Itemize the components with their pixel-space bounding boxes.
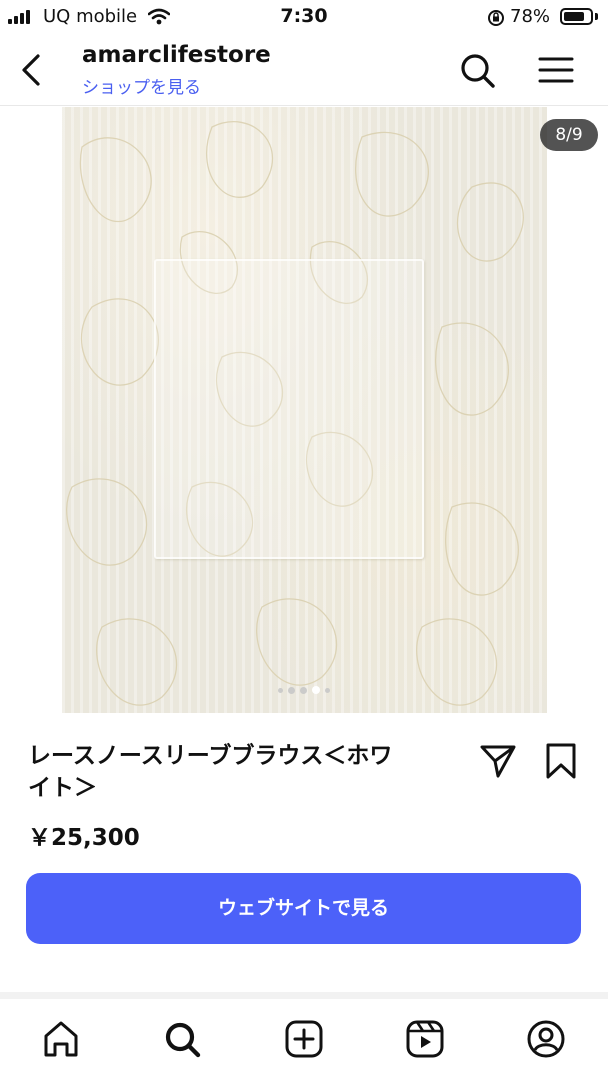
nav-create[interactable] (284, 1019, 324, 1059)
product-title: レースノースリーブブラウス＜ホワ イト＞ (28, 740, 448, 804)
account-name[interactable]: amarclifestore (82, 42, 271, 68)
product-title-line: レースノースリーブブラウス＜ホワ (28, 743, 393, 769)
carousel-dot (278, 688, 283, 693)
battery-fill (564, 12, 584, 21)
section-divider (0, 992, 608, 999)
profile-icon (527, 1020, 565, 1058)
product-title-line: イト＞ (28, 775, 97, 801)
product-image[interactable] (62, 107, 547, 713)
share-button[interactable] (479, 742, 517, 780)
nav-search[interactable] (162, 1019, 202, 1059)
menu-button[interactable] (536, 50, 576, 90)
image-counter: 8/9 (540, 119, 598, 151)
rotation-lock-icon (487, 9, 505, 31)
view-shop-link[interactable]: ショップを見る (82, 73, 201, 98)
product-price: ￥25,300 (28, 825, 140, 851)
nav-profile[interactable] (526, 1019, 566, 1059)
product-image-carousel[interactable]: 8/9 (0, 107, 608, 713)
nav-home[interactable] (41, 1019, 81, 1059)
view-on-website-button[interactable]: ウェブサイトで見る (26, 873, 581, 944)
profile-header: amarclifestore ショップを見る (0, 34, 608, 106)
nav-reels[interactable] (405, 1019, 445, 1059)
save-button[interactable] (544, 742, 578, 780)
home-icon (44, 1021, 78, 1057)
menu-icon (538, 57, 574, 83)
carousel-dot (288, 687, 295, 694)
carousel-dot-active (312, 686, 320, 694)
back-chevron-icon (22, 54, 40, 86)
battery-cap (595, 13, 598, 20)
battery-icon (560, 8, 593, 25)
carousel-dot (325, 688, 330, 693)
create-icon (285, 1020, 323, 1058)
battery-percent: 78% (510, 6, 551, 27)
bookmark-icon (546, 743, 576, 779)
bottom-nav (0, 999, 608, 1080)
share-icon (480, 745, 516, 778)
status-bar: UQ mobile 7:30 78% (0, 0, 608, 34)
search-button[interactable] (457, 50, 497, 90)
carousel-dots (0, 686, 608, 694)
carousel-dot (300, 687, 307, 694)
back-button[interactable] (14, 48, 50, 92)
blouse-pocket (154, 259, 424, 559)
reels-icon (406, 1020, 444, 1058)
search-icon (165, 1022, 201, 1058)
search-icon (461, 54, 495, 88)
